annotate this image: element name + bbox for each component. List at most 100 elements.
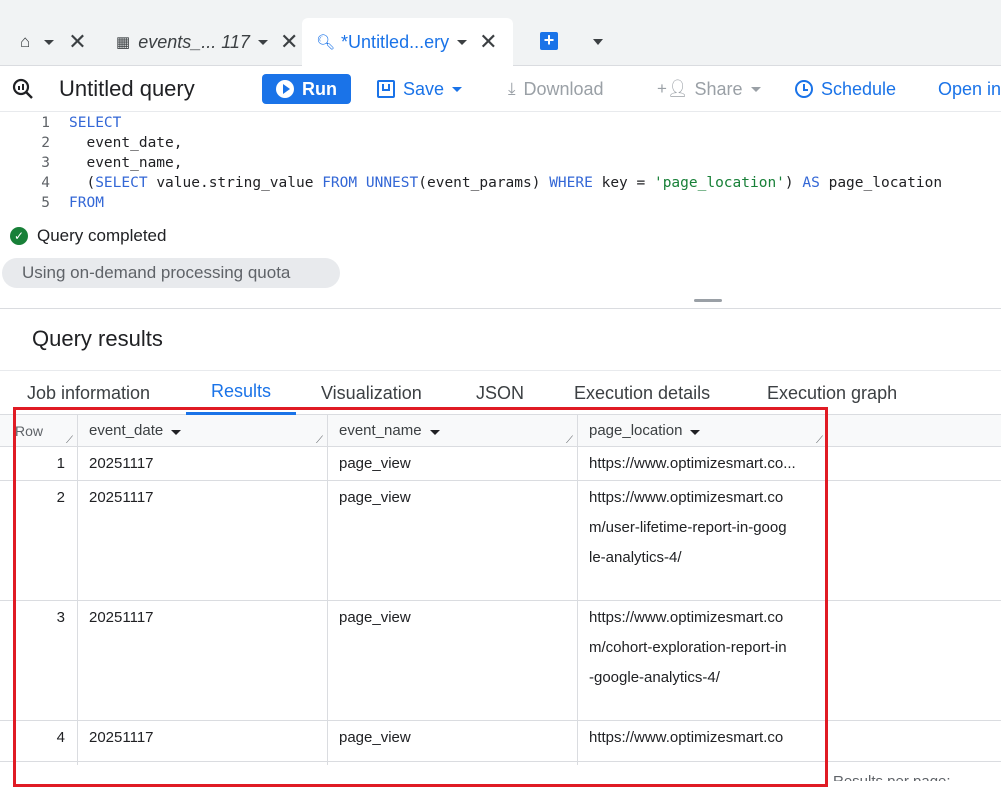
line-number: 4 [41, 175, 50, 191]
row-number: 3 [56, 609, 65, 626]
chevron-down-icon[interactable] [457, 39, 468, 45]
line-number: 3 [41, 155, 50, 171]
table-cell[interactable]: page_view [339, 483, 411, 513]
close-icon[interactable]: ✕ [280, 31, 298, 53]
table-cell[interactable]: page_view [339, 723, 411, 753]
tab-results[interactable]: Results [186, 371, 296, 415]
table-cell[interactable]: https://www.optimizesmart.co [589, 603, 783, 633]
results-title: Query results [32, 326, 163, 351]
column-resize-icon[interactable]: ⟋ [66, 435, 73, 446]
code-line[interactable]: event_name, [69, 155, 182, 171]
chevron-down-icon [452, 86, 463, 92]
results-tabs: Job information Results Visualization JS… [0, 370, 1001, 415]
share-button[interactable]: +👤︎ Share [657, 66, 761, 112]
chevron-down-icon [750, 86, 761, 92]
tab-json[interactable]: JSON [476, 371, 524, 415]
close-icon[interactable]: ✕ [68, 31, 86, 53]
play-icon [276, 80, 294, 98]
table-cell[interactable]: https://www.optimizesmart.co... [589, 449, 796, 479]
query-toolbar: Untitled query Run Save ⤓ Download +👤︎ S… [0, 66, 1001, 112]
column-header-event-date[interactable]: event_date [89, 416, 182, 446]
download-label: Download [523, 78, 604, 99]
code-line[interactable]: event_date, [69, 135, 182, 151]
download-button[interactable]: ⤓ Download [508, 66, 604, 112]
column-header-page-location[interactable]: page_location [589, 416, 701, 446]
chevron-down-icon[interactable] [690, 430, 701, 435]
open-in-button[interactable]: Open in [938, 66, 1001, 112]
table-cell[interactable]: m/cohort-exploration-report-in [589, 633, 787, 663]
page-title: Untitled query [59, 76, 195, 101]
line-number: 2 [41, 135, 50, 151]
line-number: 5 [41, 195, 50, 211]
save-label: Save [403, 78, 445, 99]
column-resize-icon[interactable]: ⟋ [816, 435, 823, 446]
chevron-down-icon[interactable] [257, 39, 268, 45]
column-label: event_name [339, 422, 422, 439]
divider [0, 308, 1001, 309]
divider [0, 480, 1001, 481]
close-icon[interactable]: ✕ [479, 31, 497, 53]
code-line[interactable]: (SELECT value.string_value FROM UNNEST(e… [69, 175, 942, 191]
check-circle-icon: ✓ [10, 227, 28, 245]
divider [0, 600, 1001, 601]
quota-chip[interactable]: Using on-demand processing quota [2, 258, 340, 288]
column-header-row: Row [15, 423, 44, 439]
chevron-down-icon[interactable] [44, 39, 55, 45]
table-cell[interactable]: 20251117 [89, 723, 154, 753]
download-icon: ⤓ [508, 79, 516, 98]
tab-execution-graph[interactable]: Execution graph [767, 371, 897, 415]
status-message: Query completed [37, 226, 167, 245]
resize-handle[interactable] [694, 299, 722, 302]
new-tab-icon[interactable]: + [540, 31, 558, 50]
query-icon [12, 66, 34, 112]
table-cell[interactable]: -google-analytics-4/ [589, 663, 720, 693]
query-icon: 🔍︎ [316, 34, 336, 51]
schedule-button[interactable]: Schedule [795, 66, 896, 112]
add-person-icon: +👤︎ [657, 79, 689, 98]
clock-icon [795, 80, 813, 98]
save-button[interactable]: Save [377, 66, 463, 112]
table-icon: ▦ [116, 34, 131, 51]
divider [0, 761, 1001, 762]
row-number: 1 [56, 455, 65, 472]
run-button[interactable]: Run [262, 74, 351, 104]
code-line[interactable]: SELECT [69, 115, 121, 131]
column-resize-icon[interactable]: ⟋ [566, 435, 573, 446]
tab-events-table[interactable]: ▦ events_... 117 ✕ [116, 18, 298, 66]
table-cell[interactable]: https://www.optimizesmart.co [589, 723, 783, 753]
tab-untitled-query[interactable]: 🔍︎ *Untitled...ery ✕ [302, 18, 513, 66]
table-cell[interactable]: https://www.optimizesmart.co [589, 483, 783, 513]
run-label: Run [302, 78, 337, 99]
chevron-down-icon[interactable] [429, 430, 440, 435]
results-per-page-label: Results per page: [833, 767, 951, 781]
table-cell[interactable]: page_view [339, 449, 411, 479]
tab-home[interactable]: ⌂ ✕ [20, 18, 87, 66]
chevron-down-icon[interactable] [593, 39, 603, 45]
results-table: Row event_date event_name page_location … [0, 415, 1001, 781]
code-line[interactable]: FROM [69, 195, 104, 211]
share-label: Share [694, 78, 743, 99]
column-header-event-name[interactable]: event_name [339, 416, 440, 446]
table-cell[interactable]: 20251117 [89, 483, 154, 513]
column-resize-icon[interactable]: ⟋ [316, 435, 323, 446]
sql-editor[interactable]: 1 2 3 4 5 SELECT event_date, event_name,… [0, 112, 1001, 218]
divider [327, 415, 328, 765]
tab-execution-details[interactable]: Execution details [574, 371, 710, 415]
tab-visualization[interactable]: Visualization [321, 371, 422, 415]
table-cell[interactable]: le-analytics-4/ [589, 543, 682, 573]
chevron-down-icon[interactable] [171, 430, 182, 435]
open-in-label: Open in [938, 78, 1001, 99]
tab-title: events_... 117 [138, 31, 250, 52]
tab-job-information[interactable]: Job information [27, 371, 150, 415]
table-cell[interactable]: page_view [339, 603, 411, 633]
row-number: 4 [56, 729, 65, 746]
table-cell[interactable]: 20251117 [89, 603, 154, 633]
table-cell[interactable]: 20251117 [89, 449, 154, 479]
table-cell[interactable]: m/user-lifetime-report-in-goog [589, 513, 787, 543]
divider [577, 415, 578, 765]
save-icon [377, 80, 395, 98]
row-number: 2 [56, 489, 65, 506]
divider [77, 415, 78, 765]
column-label: event_date [89, 422, 164, 439]
schedule-label: Schedule [821, 78, 897, 99]
